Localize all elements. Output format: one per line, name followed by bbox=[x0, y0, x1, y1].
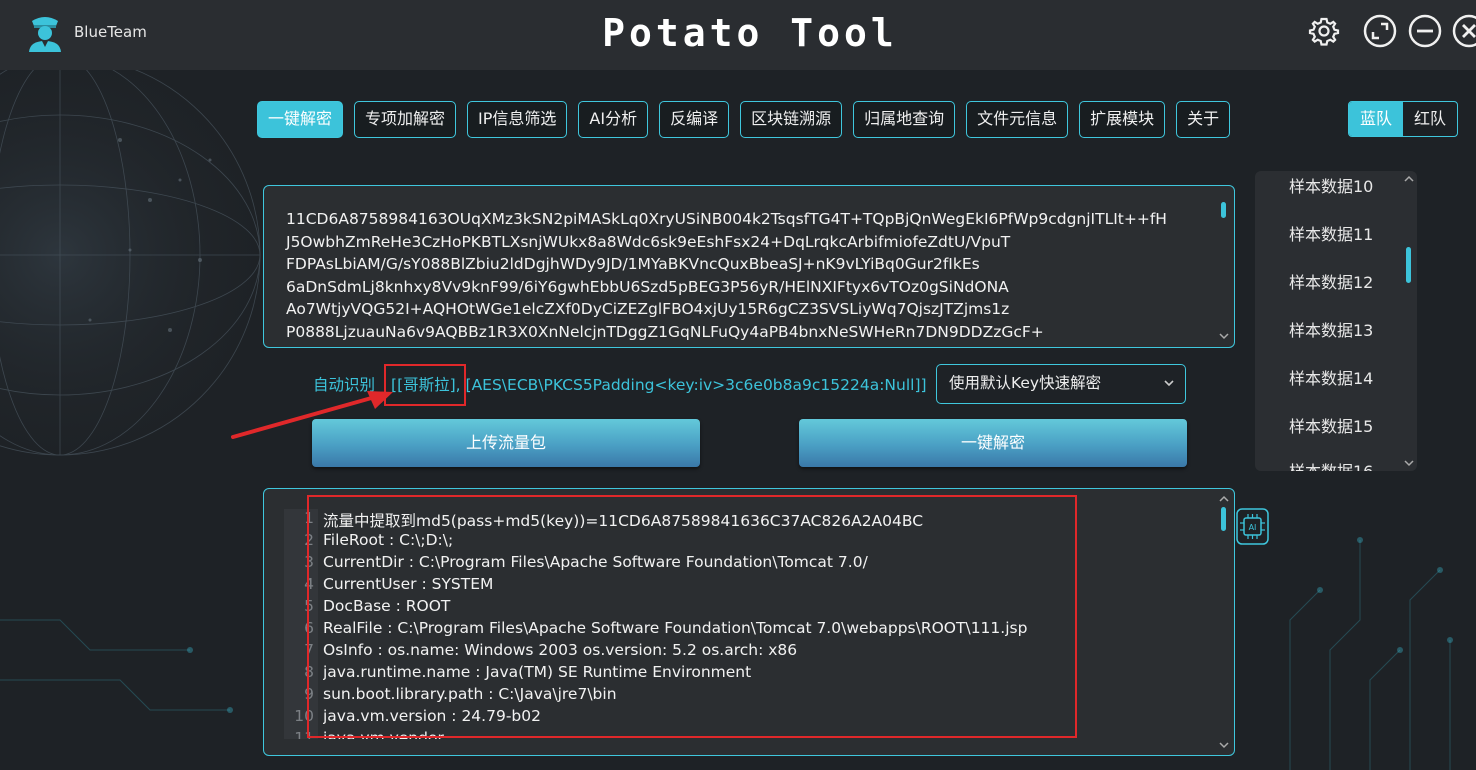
output-line: FileRoot : C:\;D:\; bbox=[323, 531, 454, 549]
sample-scrollbar[interactable] bbox=[1402, 173, 1416, 469]
cipher-line: 6aDnSdmLj8knhxy8Vv9knF99/6iY6gwhEbbU6Szd… bbox=[286, 277, 1009, 296]
tab-ip-filter[interactable]: IP信息筛选 bbox=[467, 101, 568, 138]
output-line: RealFile : C:\Program Files\Apache Softw… bbox=[323, 619, 1028, 637]
cipher-line: J5OwbhZmReHe3CzHoPKBTLXsnjWUkx8a8Wdc6sk9… bbox=[286, 232, 1011, 251]
sample-item[interactable]: 样本数据14 bbox=[1289, 365, 1373, 389]
chevron-down-icon bbox=[1164, 380, 1174, 387]
output-line: DocBase : ROOT bbox=[323, 597, 451, 615]
line-number: 1 bbox=[304, 509, 314, 527]
scroll-up-icon[interactable] bbox=[1402, 173, 1416, 185]
scroll-down-icon[interactable] bbox=[1217, 330, 1231, 342]
line-number: 3 bbox=[304, 553, 314, 571]
scroll-down-icon[interactable] bbox=[1402, 457, 1416, 469]
line-number: 5 bbox=[304, 597, 314, 615]
cipher-line: 11CD6A8758984163OUqXMz3kSN2piMASkLq0XryU… bbox=[286, 210, 1167, 228]
line-number: 8 bbox=[304, 663, 314, 681]
minimize-icon bbox=[1408, 14, 1442, 48]
decrypt-mode-select[interactable]: 使用默认Key快速解密 bbox=[936, 364, 1186, 404]
tab-location-lookup[interactable]: 归属地查询 bbox=[853, 101, 956, 138]
tab-ai-analysis[interactable]: AI分析 bbox=[578, 101, 649, 138]
ai-chip-icon[interactable]: AI bbox=[1236, 508, 1269, 545]
decrypt-output-area[interactable]: 1 2 3 4 5 6 7 8 9 10 11 流量中提取到md5(pass+m… bbox=[263, 488, 1235, 756]
cipher-line: Ao7WtjyVQG52I+AQHOtWGe1elcZXf0DyCiZEZglF… bbox=[286, 300, 1010, 319]
user-name: BlueTeam bbox=[74, 23, 147, 41]
main-nav: 一键解密 专项加解密 IP信息筛选 AI分析 反编译 区块链溯源 归属地查询 文… bbox=[257, 101, 1231, 138]
line-number: 9 bbox=[304, 685, 314, 703]
scroll-down-icon[interactable] bbox=[1217, 739, 1231, 751]
decrypt-mode-value: 使用默认Key快速解密 bbox=[949, 374, 1102, 392]
cipher-input-text[interactable]: 11CD6A8758984163OUqXMz3kSN2piMASkLq0XryU… bbox=[286, 208, 1206, 344]
gear-icon bbox=[1308, 17, 1340, 46]
sample-item[interactable]: 样本数据12 bbox=[1289, 269, 1373, 293]
tab-decompile[interactable]: 反编译 bbox=[659, 101, 730, 138]
detect-cipher-params: [AES\ECB\PKCS5Padding<key:iv>3c6e0b8a9c1… bbox=[460, 376, 927, 394]
input-scroll-thumb[interactable] bbox=[1221, 202, 1226, 218]
line-number: 6 bbox=[304, 619, 314, 637]
close-button[interactable] bbox=[1452, 14, 1476, 48]
output-line: CurrentUser : SYSTEM bbox=[323, 575, 494, 593]
sample-item[interactable]: 样本数据13 bbox=[1289, 317, 1373, 341]
auto-detect-result: [[哥斯拉], [AES\ECB\PKCS5Padding<key:iv>3c6… bbox=[391, 373, 927, 397]
tab-special-crypto[interactable]: 专项加解密 bbox=[354, 101, 457, 138]
annotation-arrow-icon bbox=[231, 391, 393, 439]
sample-scroll-thumb[interactable] bbox=[1406, 247, 1411, 283]
input-scrollbar[interactable] bbox=[1217, 192, 1231, 342]
line-number: 11 bbox=[294, 729, 314, 739]
settings-button[interactable] bbox=[1307, 14, 1341, 48]
output-text[interactable]: 流量中提取到md5(pass+md5(key))=11CD6A875898416… bbox=[323, 509, 1203, 739]
line-number: 4 bbox=[304, 575, 314, 593]
title-bar: BlueTeam Potato Tool bbox=[0, 0, 1476, 70]
minimize-button[interactable] bbox=[1408, 14, 1442, 48]
cipher-line: FDPAsLbiAM/G/sY088BlZbiu2ldDgjhWDy9JD/1M… bbox=[286, 255, 980, 274]
output-scroll-thumb[interactable] bbox=[1221, 507, 1226, 531]
output-line: java.vm.vendor bbox=[323, 729, 444, 739]
blue-team-option[interactable]: 蓝队 bbox=[1349, 102, 1403, 136]
line-number: 2 bbox=[304, 531, 314, 549]
restore-icon bbox=[1363, 14, 1397, 48]
tab-extensions[interactable]: 扩展模块 bbox=[1079, 101, 1166, 138]
sample-item[interactable]: 样本数据16 bbox=[1289, 458, 1373, 471]
ai-badge-label: AI bbox=[1249, 523, 1257, 532]
tab-about[interactable]: 关于 bbox=[1176, 101, 1231, 138]
sample-item[interactable]: 样本数据15 bbox=[1289, 413, 1373, 437]
one-click-decrypt-button[interactable]: 一键解密 bbox=[799, 419, 1187, 467]
app-title: Potato Tool bbox=[602, 11, 898, 55]
sample-list: 样本数据10 样本数据11 样本数据12 样本数据13 样本数据14 样本数据1… bbox=[1255, 171, 1417, 471]
output-line: CurrentDir : C:\Program Files\Apache Sof… bbox=[323, 553, 868, 571]
cipher-input-area[interactable]: 11CD6A8758984163OUqXMz3kSN2piMASkLq0XryU… bbox=[263, 185, 1235, 348]
line-number: 10 bbox=[294, 707, 314, 725]
output-line: java.runtime.name : Java(TM) SE Runtime … bbox=[323, 663, 752, 681]
brand: BlueTeam bbox=[26, 12, 147, 52]
tab-one-click-decrypt[interactable]: 一键解密 bbox=[257, 101, 344, 138]
scroll-up-icon[interactable] bbox=[1217, 493, 1231, 505]
red-team-option[interactable]: 红队 bbox=[1403, 102, 1457, 136]
output-line: java.vm.version : 24.79-b02 bbox=[323, 707, 541, 725]
detect-webshell-type: [[哥斯拉], bbox=[391, 376, 461, 394]
auto-detect-row: 自动识别 [[哥斯拉], [AES\ECB\PKCS5Padding<key:i… bbox=[313, 373, 927, 397]
tab-file-metadata[interactable]: 文件元信息 bbox=[966, 101, 1069, 138]
close-icon bbox=[1452, 14, 1476, 48]
output-scrollbar[interactable] bbox=[1217, 493, 1231, 751]
output-line: 流量中提取到md5(pass+md5(key))=11CD6A875898416… bbox=[323, 512, 924, 530]
tab-blockchain-trace[interactable]: 区块链溯源 bbox=[740, 101, 843, 138]
sample-item[interactable]: 样本数据11 bbox=[1289, 221, 1373, 245]
restore-button[interactable] bbox=[1363, 14, 1397, 48]
output-line: OsInfo : os.name: Windows 2003 os.versio… bbox=[323, 641, 798, 659]
line-number-gutter: 1 2 3 4 5 6 7 8 9 10 11 bbox=[284, 509, 318, 739]
line-number: 7 bbox=[304, 641, 314, 659]
cipher-line: P0888LjzuauNa6v9AQBBz1R3X0XnNelcjnTDggZ1… bbox=[286, 322, 1044, 341]
output-line: sun.boot.library.path : C:\Java\jre7\bin bbox=[323, 685, 617, 703]
sample-item[interactable]: 样本数据10 bbox=[1289, 173, 1373, 197]
team-toggle: 蓝队 红队 bbox=[1348, 101, 1458, 137]
police-avatar-icon bbox=[29, 17, 61, 52]
